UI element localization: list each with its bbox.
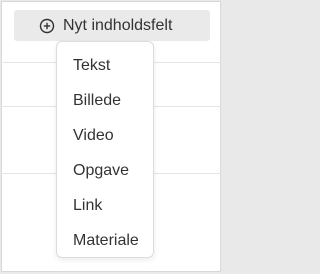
menu-item-tekst[interactable]: Tekst [57, 48, 153, 83]
menu-item-billede[interactable]: Billede [57, 83, 153, 118]
menu-item-opgave[interactable]: Opgave [57, 153, 153, 188]
menu-item-materiale[interactable]: Materiale [57, 223, 153, 258]
add-content-field-button[interactable]: Nyt indholdsfelt [14, 10, 210, 41]
content-type-menu: Tekst Billede Video Opgave Link Material… [56, 41, 154, 258]
menu-item-video[interactable]: Video [57, 118, 153, 153]
add-button-label: Nyt indholdsfelt [63, 16, 173, 34]
plus-circle-icon [39, 18, 55, 34]
menu-item-link[interactable]: Link [57, 188, 153, 223]
